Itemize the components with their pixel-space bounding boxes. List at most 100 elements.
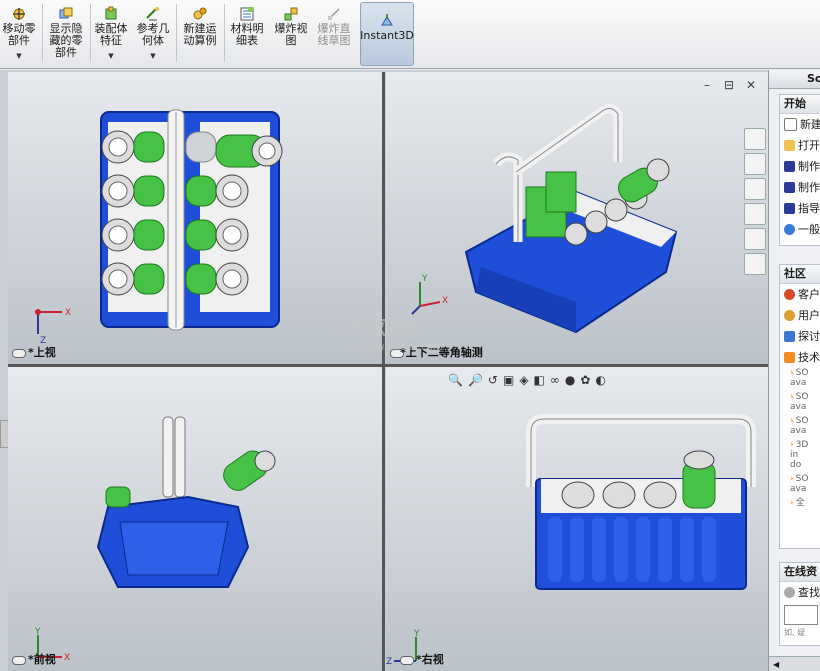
task-pane-tabs: [744, 128, 766, 278]
exploded-view-icon: [284, 7, 298, 21]
online-resources-section: 在线资 查找 如, 疑: [779, 562, 820, 646]
news-feed-item[interactable]: › SO ava: [780, 392, 820, 412]
globe-icon: [784, 289, 795, 300]
reference-geometry-button[interactable]: 参考几 何体 ▼: [134, 2, 172, 64]
reference-geometry-label: 参考几 何体: [136, 22, 170, 47]
view-palette-tab-icon[interactable]: [744, 203, 766, 225]
axis-x-label: X: [442, 296, 448, 306]
view-icon: [400, 656, 414, 665]
can-row-right: [215, 174, 249, 296]
axis-x-label: X: [64, 653, 70, 663]
new-motion-study-button[interactable]: 新建运 动算例: [180, 2, 220, 64]
search-link[interactable]: 查找: [780, 582, 820, 603]
users-icon: [784, 310, 795, 321]
viewport-label-front: *前视: [28, 653, 56, 666]
show-hidden-label: 显示隐 藏的零 部件: [49, 22, 83, 59]
viewport-right[interactable]: 🔍 🔎 ↺ ▣ ◈ ◧ ∞ ● ✿ ◐ Y Z *右视: [386, 367, 768, 671]
watermark-text: 沐风网: [345, 318, 418, 343]
discussion-forum-link[interactable]: 探讨: [780, 326, 820, 347]
view-icon: [12, 349, 26, 358]
instant3d-button[interactable]: Instant3D: [360, 2, 414, 66]
axis-z-label: Z: [386, 657, 392, 667]
search-icon: [784, 587, 795, 598]
online-resources-title[interactable]: 在线资: [780, 563, 820, 582]
toolbar-divider: [42, 4, 43, 62]
appearances-tab-icon[interactable]: [744, 228, 766, 250]
show-hidden-icon: [59, 7, 73, 19]
toolbar-divider: [176, 4, 177, 62]
minimize-icon[interactable]: –: [704, 78, 710, 92]
show-hidden-components-button[interactable]: 显示隐 藏的零 部件: [46, 2, 86, 64]
viewport-isometric[interactable]: – ⊟ ✕ YX *上下二等角轴测: [386, 72, 768, 364]
info-icon: [784, 224, 795, 235]
explode-line-sketch-icon: [328, 8, 340, 20]
task-pane: So 开始 新建 打开 制作 制作 指导 一般 社区 客户 用户 探讨 技术 ›…: [768, 70, 820, 671]
move-component-icon: [13, 8, 25, 20]
community-section-title[interactable]: 社区: [780, 265, 820, 284]
news-feed-item[interactable]: › 3D in do: [780, 440, 820, 470]
view-icon: [12, 656, 26, 665]
graduation-cap-icon: [784, 203, 795, 214]
home-tab-icon[interactable]: [744, 128, 766, 150]
new-document-link[interactable]: 新建: [780, 114, 820, 135]
graduation-cap-icon: [784, 161, 795, 172]
viewport-top[interactable]: XZ *上视: [8, 72, 382, 364]
user-group-link[interactable]: 用户: [780, 305, 820, 326]
axis-y-label: Y: [421, 274, 428, 284]
move-component-button[interactable]: 移动零 部件 ▼: [2, 2, 36, 64]
exploded-view-button[interactable]: 爆炸视 图: [272, 2, 310, 64]
bill-of-materials-label: 材料明 细表: [230, 22, 264, 47]
tutorial-link-2[interactable]: 制作: [780, 177, 820, 198]
chevron-down-icon[interactable]: ▼: [108, 50, 113, 62]
chevron-down-icon[interactable]: ▼: [16, 50, 21, 62]
design-library-tab-icon[interactable]: [744, 153, 766, 175]
custom-properties-tab-icon[interactable]: [744, 253, 766, 275]
technical-alerts-link[interactable]: 技术: [780, 347, 820, 368]
axis-y-label: Y: [34, 627, 41, 637]
chevron-down-icon[interactable]: ▼: [150, 50, 155, 62]
assembly-feature-button[interactable]: 装配体 特征 ▼: [93, 2, 129, 64]
search-input[interactable]: [784, 605, 818, 625]
file-explorer-tab-icon[interactable]: [744, 178, 766, 200]
open-folder-icon: [784, 140, 795, 151]
toolbar-divider: [90, 4, 91, 62]
general-info-link[interactable]: 一般: [780, 219, 820, 240]
viewport-label-top: *上视: [28, 346, 56, 359]
viewport-label-right: *右视: [416, 653, 444, 666]
model-right-view: [526, 414, 756, 590]
chat-icon: [784, 331, 795, 342]
news-feed-item[interactable]: › SO ava: [780, 416, 820, 436]
explode-line-sketch-label: 爆炸直 线草图: [317, 22, 351, 47]
task-pane-header: So: [769, 70, 820, 89]
restore-icon[interactable]: ⊟: [724, 78, 734, 92]
move-component-label: 移动零 部件: [2, 22, 36, 47]
start-section-title[interactable]: 开始: [780, 95, 820, 114]
start-section: 开始 新建 打开 制作 制作 指导 一般: [779, 94, 820, 246]
model-front-view: [96, 416, 276, 588]
open-document-link[interactable]: 打开: [780, 135, 820, 156]
instant3d-icon: [381, 14, 393, 26]
task-pane-scrollbar[interactable]: ◀: [769, 656, 820, 671]
customer-portal-link[interactable]: 客户: [780, 284, 820, 305]
reference-geometry-icon: [146, 7, 159, 21]
close-icon[interactable]: ✕: [746, 78, 756, 92]
explode-line-sketch-button[interactable]: 爆炸直 线草图: [314, 2, 354, 64]
instant3d-label: Instant3D: [360, 29, 414, 42]
news-feed-more[interactable]: › 全: [780, 498, 820, 508]
command-manager-toolbar: 移动零 部件 ▼ 显示隐 藏的零 部件 装配体 特征 ▼ 参考几 何体 ▼ 新建…: [0, 0, 820, 69]
scroll-left-icon[interactable]: ◀: [773, 660, 779, 669]
viewport-front[interactable]: Y X *前视: [8, 367, 382, 671]
assembly-feature-icon: [105, 6, 117, 20]
news-feed-item[interactable]: › SO ava: [780, 474, 820, 494]
tutorial-link[interactable]: 制作: [780, 156, 820, 177]
assembly-feature-label: 装配体 特征: [94, 22, 128, 47]
guide-link[interactable]: 指导: [780, 198, 820, 219]
graphics-area[interactable]: XZ *上视 – ⊟ ✕ YX *上下二等角轴测 Y X *前视 🔍 🔎 ↺ ▣…: [0, 70, 768, 671]
new-motion-study-icon: [193, 7, 207, 20]
graduation-cap-icon: [784, 182, 795, 193]
search-hint: 如, 疑: [784, 628, 806, 637]
bill-of-materials-button[interactable]: 材料明 细表: [228, 2, 266, 64]
viewport-splitter-vertical[interactable]: [382, 72, 385, 671]
toolbar-divider: [224, 4, 225, 62]
news-feed-item[interactable]: › SO ava: [780, 368, 820, 388]
